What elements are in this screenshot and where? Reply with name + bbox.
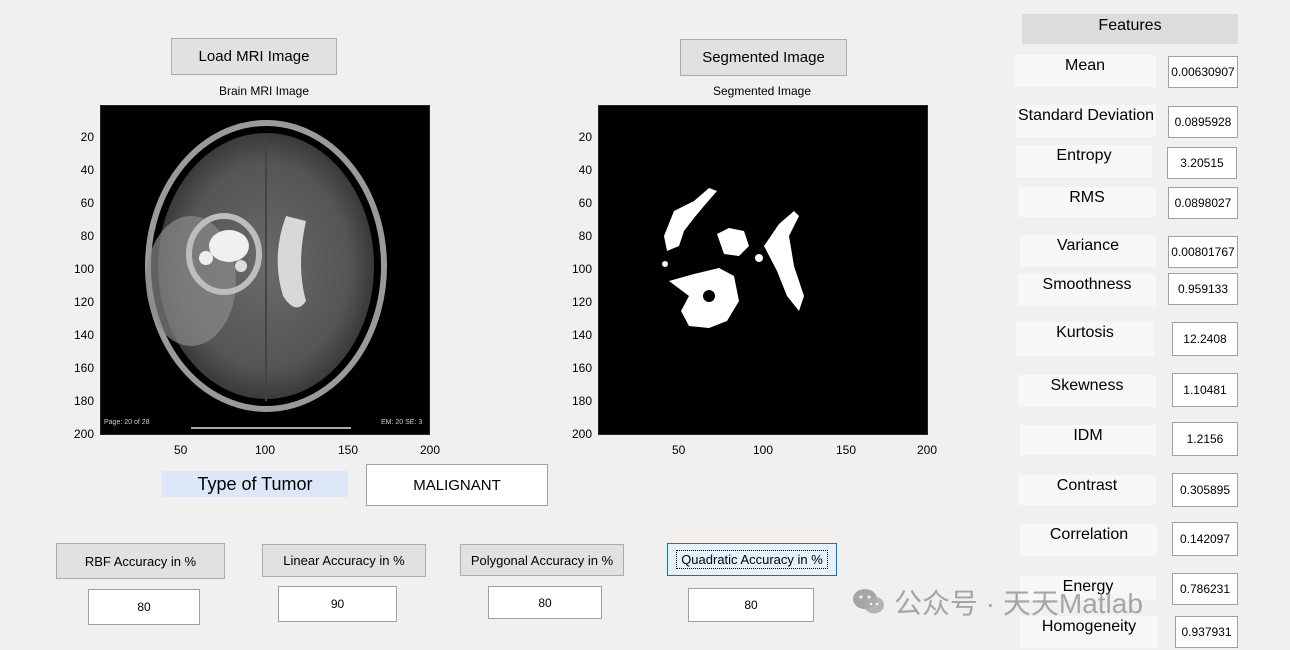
feature-value-kurtosis[interactable]: 12.2408 — [1172, 322, 1238, 356]
feature-label-smoothness: Smoothness — [1018, 274, 1156, 306]
feature-value-variance[interactable]: 0.00801767 — [1168, 236, 1238, 268]
segmented-image-button[interactable]: Segmented Image — [680, 39, 847, 76]
tumor-spot-2 — [235, 260, 247, 272]
feature-label-std: Standard Deviation — [1016, 105, 1156, 137]
ytick: 20 — [578, 130, 592, 144]
xtick: 200 — [917, 443, 938, 457]
ytick: 120 — [571, 295, 592, 309]
seg-region-2 — [717, 228, 749, 256]
mri-overlay-left: Page: 20 of 28 — [104, 419, 150, 426]
seg-spot-2 — [662, 261, 668, 267]
xtick: 150 — [836, 443, 857, 457]
seg-hole — [703, 290, 715, 302]
ytick: 160 — [73, 361, 94, 375]
tumor-type-field[interactable]: MALIGNANT — [366, 464, 548, 506]
seg-region-1 — [664, 188, 717, 251]
segmented-image-label: Segmented Image — [702, 49, 825, 66]
feature-label-kurtosis: Kurtosis — [1016, 322, 1154, 356]
brain-mri-image: Page: 20 of 28 EM: 20 SE: 3 — [100, 105, 430, 435]
features-header: Features — [1022, 14, 1238, 44]
segmented-image — [598, 105, 928, 435]
ytick: 140 — [73, 328, 94, 342]
ytick: 40 — [80, 163, 94, 177]
rbf-accuracy-label: RBF Accuracy in % — [84, 553, 197, 569]
polygonal-accuracy-button[interactable]: Polygonal Accuracy in % — [460, 544, 624, 576]
feature-label-entropy: Entropy — [1016, 145, 1152, 177]
load-mri-button[interactable]: Load MRI Image — [171, 38, 337, 75]
brain-axis-title: Brain MRI Image — [218, 84, 310, 98]
ytick: 140 — [571, 328, 592, 342]
quadratic-accuracy-button[interactable]: Quadratic Accuracy in % — [667, 543, 837, 576]
seg-axis-title: Segmented Image — [712, 84, 812, 98]
feature-value-energy[interactable]: 0.786231 — [1172, 573, 1238, 605]
ytick: 80 — [80, 229, 94, 243]
ytick: 40 — [578, 163, 592, 177]
feature-label-mean: Mean — [1014, 55, 1156, 87]
feature-label-correlation: Correlation — [1020, 524, 1158, 556]
feature-value-homogeneity[interactable]: 0.937931 — [1175, 616, 1238, 648]
feature-value-mean[interactable]: 0.00630907 — [1168, 56, 1238, 88]
feature-value-correlation[interactable]: 0.142097 — [1172, 522, 1238, 556]
feature-value-skewness[interactable]: 1.10481 — [1172, 373, 1238, 407]
feature-value-std[interactable]: 0.0895928 — [1168, 106, 1238, 138]
linear-accuracy-field[interactable]: 90 — [278, 586, 397, 622]
mri-overlay-right: EM: 20 SE: 3 — [381, 419, 422, 426]
tumor-core — [209, 230, 249, 262]
ytick: 160 — [571, 361, 592, 375]
quadratic-accuracy-label: Quadratic Accuracy in % — [676, 550, 828, 569]
wechat-icon — [852, 587, 886, 617]
linear-accuracy-button[interactable]: Linear Accuracy in % — [262, 544, 426, 577]
ytick: 200 — [571, 427, 592, 441]
ytick: 60 — [80, 196, 94, 210]
tumor-type-label: Type of Tumor — [162, 471, 348, 497]
polygonal-accuracy-field[interactable]: 80 — [488, 586, 602, 619]
feature-label-variance: Variance — [1020, 235, 1156, 267]
polygonal-accuracy-label: Polygonal Accuracy in % — [470, 552, 614, 568]
feature-value-idm[interactable]: 1.2156 — [1172, 422, 1238, 456]
load-mri-label: Load MRI Image — [198, 48, 310, 65]
feature-value-smoothness[interactable]: 0.959133 — [1168, 273, 1238, 305]
rbf-accuracy-button[interactable]: RBF Accuracy in % — [56, 543, 225, 579]
rbf-accuracy-field[interactable]: 80 — [88, 589, 200, 625]
feature-value-contrast[interactable]: 0.305895 — [1172, 473, 1238, 507]
watermark-text: 公众号 · 天天Matlab — [894, 588, 1143, 619]
xtick: 200 — [420, 443, 441, 457]
feature-label-idm: IDM — [1020, 425, 1156, 455]
seg-region-3 — [764, 211, 804, 311]
ytick: 180 — [571, 394, 592, 408]
ytick: 20 — [80, 130, 94, 144]
ytick: 80 — [578, 229, 592, 243]
ytick: 100 — [73, 262, 94, 276]
feature-label-skewness: Skewness — [1018, 375, 1156, 407]
xtick: 50 — [672, 443, 686, 457]
quadratic-accuracy-field[interactable]: 80 — [688, 588, 814, 622]
watermark: 公众号 · 天天Matlab — [852, 582, 1143, 622]
feature-label-rms: RMS — [1018, 187, 1156, 217]
feature-value-entropy[interactable]: 3.20515 — [1167, 147, 1237, 179]
feature-label-contrast: Contrast — [1018, 475, 1156, 505]
tumor-spot-1 — [199, 251, 213, 265]
xtick: 150 — [338, 443, 359, 457]
seg-spot-1 — [755, 254, 763, 262]
ytick: 200 — [73, 427, 94, 441]
linear-accuracy-label: Linear Accuracy in % — [283, 553, 405, 568]
xtick: 100 — [255, 443, 276, 457]
xtick: 50 — [174, 443, 188, 457]
ytick: 120 — [73, 295, 94, 309]
ytick: 180 — [73, 394, 94, 408]
xtick: 100 — [753, 443, 774, 457]
feature-value-rms[interactable]: 0.0898027 — [1168, 187, 1238, 219]
ytick: 60 — [578, 196, 592, 210]
ytick: 100 — [571, 262, 592, 276]
